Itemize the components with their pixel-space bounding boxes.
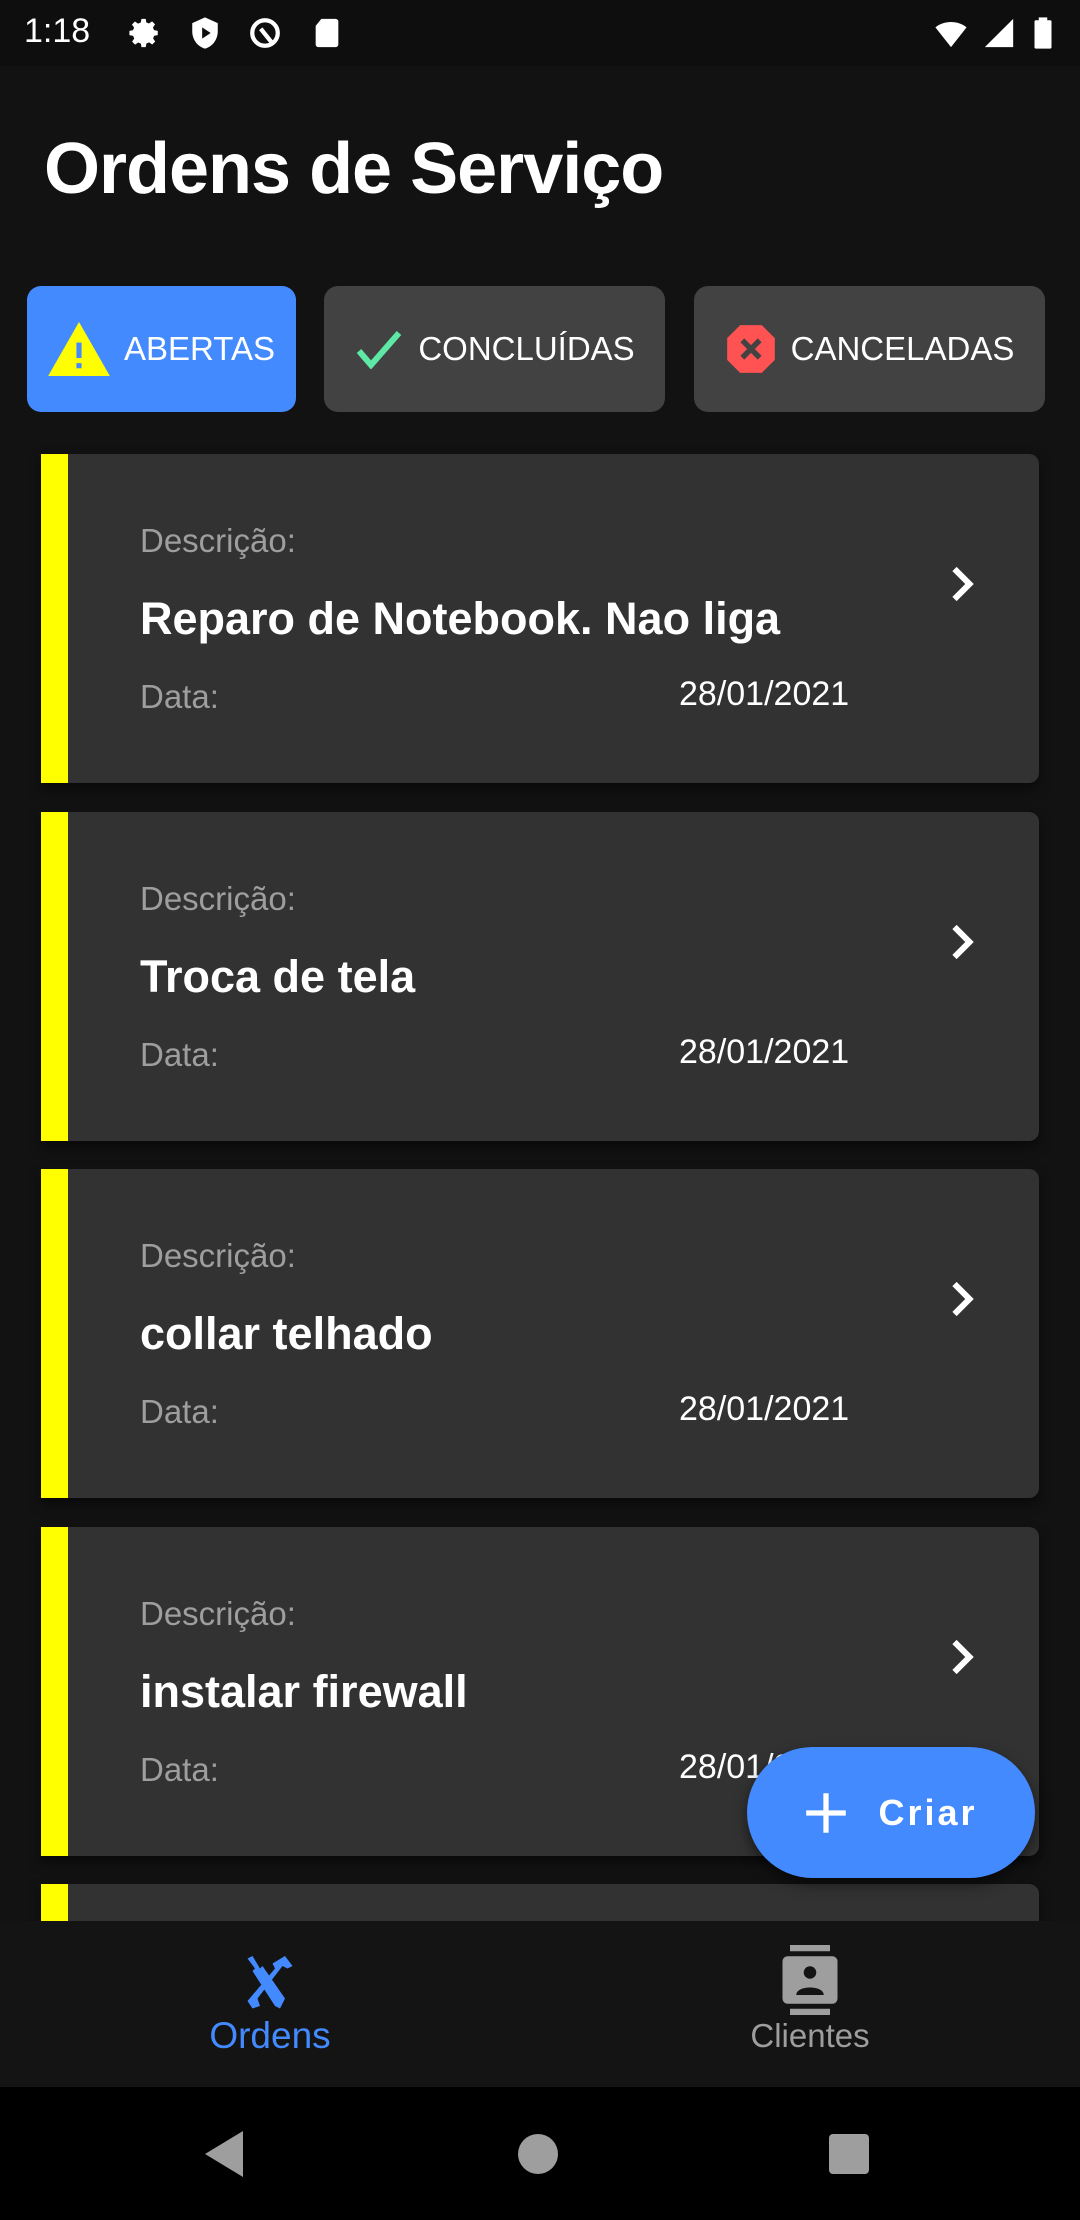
signal-icon (984, 18, 1014, 48)
description-label: Descrição: (140, 880, 296, 917)
status-stripe (41, 1169, 68, 1498)
tab-label: CONCLUÍDAS (418, 330, 635, 367)
order-card[interactable] (41, 1884, 1039, 1921)
order-date: 28/01/2021 (679, 1390, 850, 1428)
chevron-right-icon (952, 566, 974, 602)
contacts-icon (782, 1945, 838, 2015)
order-card[interactable]: Descrição: Reparo de Notebook. Nao liga … (41, 454, 1039, 783)
nav-item-ordens[interactable]: Ordens (0, 1921, 540, 2087)
create-button[interactable]: Criar (747, 1747, 1035, 1878)
plus-icon (806, 1792, 847, 1833)
status-time: 1:18 (24, 12, 91, 50)
description-label: Descrição: (140, 522, 296, 559)
sd-card-icon (315, 18, 339, 48)
status-stripe (41, 1884, 68, 1921)
tab-abertas[interactable]: ABERTAS (27, 286, 296, 412)
order-description: instalar firewall (140, 1666, 468, 1717)
orders-list[interactable]: Descrição: Reparo de Notebook. Nao liga … (0, 440, 1080, 1921)
cancel-octagon-icon (726, 325, 775, 373)
date-label: Data: (140, 678, 219, 715)
check-icon (357, 331, 402, 369)
description-label: Descrição: (140, 1595, 296, 1632)
gear-icon (129, 18, 158, 48)
description-label: Descrição: (140, 1237, 296, 1274)
create-label: Criar (878, 1791, 978, 1833)
page-title: Ordens de Serviço (44, 129, 664, 209)
chevron-right-icon (952, 1281, 974, 1317)
order-card[interactable]: Descrição: Troca de tela Data: 28/01/202… (41, 812, 1039, 1141)
date-label: Data: (140, 1036, 219, 1073)
order-description: collar telhado (140, 1308, 433, 1359)
back-icon[interactable] (205, 2131, 245, 2177)
tab-label: ABERTAS (124, 330, 275, 367)
date-label: Data: (140, 1751, 219, 1788)
home-icon[interactable] (518, 2134, 558, 2174)
tab-concluidas[interactable]: CONCLUÍDAS (324, 286, 665, 412)
nav-item-clientes[interactable]: Clientes (540, 1921, 1080, 2087)
wifi-icon (935, 22, 967, 48)
system-navigation-bar (0, 2087, 1080, 2220)
order-description: Troca de tela (140, 951, 416, 1002)
nav-label: Clientes (750, 2017, 870, 2054)
status-bar: 1:18 (0, 0, 1080, 66)
tab-label: CANCELADAS (790, 330, 1015, 367)
order-date: 28/01/2021 (679, 1033, 850, 1071)
shield-play-icon (192, 17, 218, 49)
chevron-right-icon (952, 1639, 974, 1675)
nav-label: Ordens (209, 2015, 331, 2056)
warning-icon (48, 322, 110, 376)
battery-icon (1034, 17, 1052, 49)
status-stripe (41, 812, 68, 1141)
recents-icon[interactable] (829, 2134, 869, 2174)
date-label: Data: (140, 1393, 219, 1430)
at-sign-icon (250, 18, 280, 48)
status-stripe (41, 1527, 68, 1856)
order-description: Reparo de Notebook. Nao liga (140, 593, 781, 644)
order-card[interactable]: Descrição: collar telhado Data: 28/01/20… (41, 1169, 1039, 1498)
tab-canceladas[interactable]: CANCELADAS (694, 286, 1045, 412)
order-date: 28/01/2021 (679, 675, 850, 713)
status-stripe (41, 454, 68, 783)
bottom-navigation: Ordens Clientes (0, 1921, 1080, 2087)
tools-icon (247, 1956, 293, 2009)
chevron-right-icon (952, 924, 974, 960)
